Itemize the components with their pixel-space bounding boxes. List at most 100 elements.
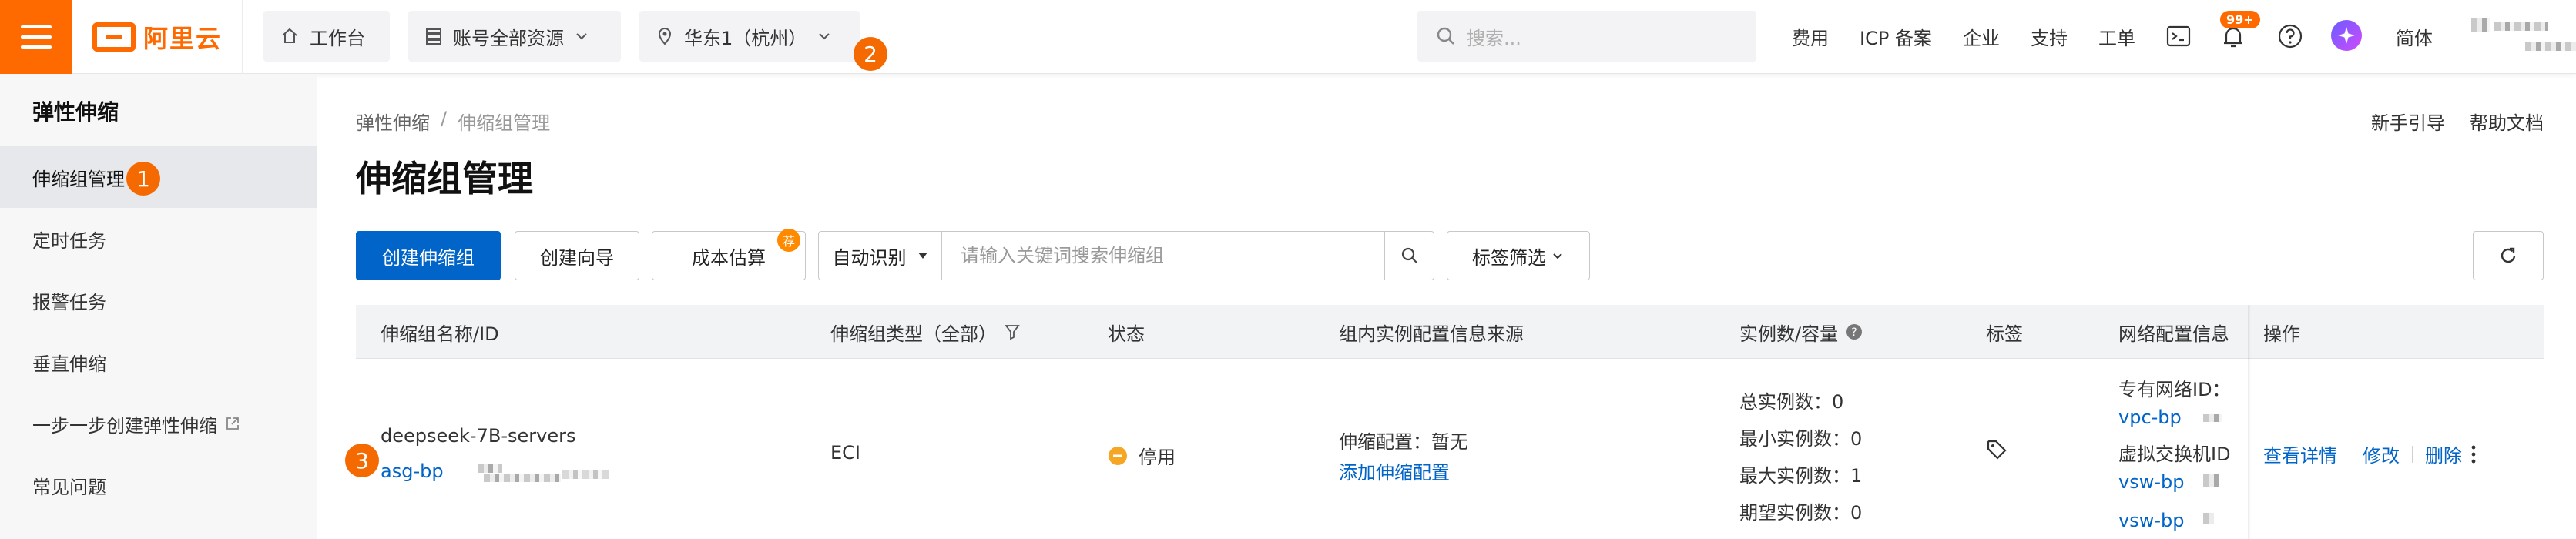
total-instances: 总实例数：0 <box>1739 391 1844 413</box>
min-instances: 最小实例数：0 <box>1739 428 1863 450</box>
home-icon <box>282 28 297 43</box>
cost-estimate-button[interactable]: 成本估算 荐 <box>652 229 806 280</box>
help-docs-link[interactable]: 帮助文档 <box>2470 108 2544 135</box>
group-id-link[interactable]: asg-bp <box>381 460 444 482</box>
nav-support[interactable]: 支持 <box>2031 23 2068 50</box>
language-switch[interactable]: 简体 <box>2396 23 2433 50</box>
notification-badge: 99+ <box>2220 11 2260 28</box>
nav-icp[interactable]: ICP 备案 <box>1860 23 1932 50</box>
vpc-link[interactable]: vpc-bp <box>2118 407 2182 428</box>
refresh-button[interactable] <box>2473 231 2544 280</box>
sidebar-item-label: 定时任务 <box>32 229 106 252</box>
sidebar-item-label: 一步一步创建弹性伸缩 <box>32 414 217 437</box>
tag-filter-label: 标签筛选 <box>1472 246 1546 269</box>
stack-icon <box>426 28 441 45</box>
brand-logo[interactable]: 阿里云 <box>92 18 222 55</box>
sidebar-item-label: 垂直伸缩 <box>32 353 106 375</box>
sidebar-item-label: 常见问题 <box>32 476 106 498</box>
status-badge: 停用 <box>1108 442 1176 469</box>
cost-estimate-label: 成本估算 <box>692 246 766 269</box>
global-search[interactable]: 搜索... <box>1417 11 1756 62</box>
chevron-down-icon <box>819 33 830 40</box>
search-submit-button[interactable] <box>1384 232 1434 280</box>
ai-assistant-icon[interactable] <box>2331 20 2362 51</box>
col-capacity: 实例数/容量 ? <box>1739 305 1863 359</box>
chevron-down-icon <box>576 33 587 40</box>
tag-icon[interactable] <box>1986 439 2007 460</box>
modify-link[interactable]: 修改 <box>2363 440 2400 467</box>
create-scaling-group-button[interactable]: 创建伸缩组 <box>356 231 501 280</box>
breadcrumb-current: 伸缩组管理 <box>458 112 551 134</box>
sidebar-item-faq[interactable]: 常见问题 <box>0 454 317 516</box>
search-icon <box>1401 247 1417 263</box>
row-actions: 查看详情 修改 删除 <box>2263 440 2477 467</box>
sidebar-item-alarm-tasks[interactable]: 报警任务 <box>0 270 317 331</box>
sidebar-item-label: 报警任务 <box>32 291 106 313</box>
vswitch-link-2[interactable]: vsw-bp <box>2118 510 2184 531</box>
more-icon[interactable] <box>2470 444 2477 464</box>
page-title: 伸缩组管理 <box>356 158 533 199</box>
max-instances: 最大实例数：1 <box>1739 465 1863 487</box>
caret-down-icon <box>917 253 927 259</box>
sidebar-item-tutorial[interactable]: 一步一步创建弹性伸缩 <box>0 393 317 454</box>
col-tags: 标签 <box>1986 323 2023 345</box>
sidebar: 弹性伸缩 伸缩组管理 定时任务 报警任务 垂直伸缩 一步一步创建弹性伸缩 常见问… <box>0 74 317 539</box>
beginner-guide-link[interactable]: 新手引导 <box>2371 108 2445 135</box>
delete-link[interactable]: 删除 <box>2425 440 2462 467</box>
breadcrumb: 弹性伸缩 / 伸缩组管理 <box>356 108 550 135</box>
add-config-link[interactable]: 添加伸缩配置 <box>1339 457 1450 484</box>
refresh-icon <box>2501 247 2516 263</box>
filter-icon[interactable] <box>1005 323 1020 340</box>
scaling-group-search-input[interactable] <box>942 232 1384 280</box>
vswitch-label: 虚拟交换机ID <box>2118 444 2231 465</box>
group-name: deepseek-7B-servers <box>381 425 576 447</box>
region-label: 华东1（杭州） <box>684 27 807 49</box>
auto-detect-label: 自动识别 <box>832 246 907 269</box>
create-wizard-button[interactable]: 创建向导 <box>515 231 639 280</box>
marker-1: 1 <box>126 162 160 196</box>
sidebar-item-vertical-scaling[interactable]: 垂直伸缩 <box>0 331 317 393</box>
chevron-down-icon <box>1553 253 1562 259</box>
table-row: deepseek-7B-servers asg-bp ECI 停用 伸缩配置：暂… <box>345 359 2544 539</box>
col-name: 伸缩组名称/ID <box>381 323 499 345</box>
top-bar: 阿里云 工作台 账号全部资源 华东1（杭州） 搜索... 费用 ICP 备案 企… <box>0 0 2576 74</box>
resources-dropdown[interactable]: 账号全部资源 <box>408 11 621 62</box>
recommend-badge: 荐 <box>777 229 800 252</box>
menu-button[interactable] <box>0 0 72 74</box>
breadcrumb-separator: / <box>441 108 448 129</box>
search-icon <box>1437 27 1454 45</box>
desired-instances: 期望实例数：0 <box>1739 502 1863 524</box>
vswitch-link-1[interactable]: vsw-bp <box>2118 471 2184 493</box>
search-combo: 自动识别 <box>818 231 1434 280</box>
view-details-link[interactable]: 查看详情 <box>2263 440 2337 467</box>
fixed-column-shadow <box>2248 305 2251 539</box>
search-placeholder: 搜索... <box>1467 27 1521 49</box>
breadcrumb-root[interactable]: 弹性伸缩 <box>356 108 430 135</box>
status-label: 停用 <box>1139 447 1176 468</box>
col-type[interactable]: 伸缩组类型（全部） <box>830 305 1020 359</box>
workbench-button[interactable]: 工作台 <box>263 11 390 62</box>
table-header: 伸缩组名称/ID 伸缩组类型（全部） 状态 组内实例配置信息来源 实例数/容量 … <box>356 305 2544 359</box>
marker-3: 3 <box>345 444 379 477</box>
col-status: 状态 <box>1108 323 1145 345</box>
help-icon[interactable]: ? <box>1846 323 1863 340</box>
sidebar-item-label: 伸缩组管理 <box>32 168 125 190</box>
tag-filter-button[interactable]: 标签筛选 <box>1447 231 1590 280</box>
auto-detect-select[interactable]: 自动识别 <box>819 232 942 280</box>
user-avatar[interactable] <box>2471 15 2576 59</box>
external-link-icon <box>226 417 239 430</box>
help-icon[interactable] <box>2277 23 2303 49</box>
col-config-source: 组内实例配置信息来源 <box>1339 323 1524 345</box>
hamburger-icon <box>21 25 52 49</box>
terminal-icon[interactable] <box>2166 25 2191 48</box>
nav-billing[interactable]: 费用 <box>1792 23 1829 50</box>
aliyun-logo-icon <box>92 22 136 52</box>
nav-ticket[interactable]: 工单 <box>2098 23 2135 50</box>
sidebar-item-scheduled-tasks[interactable]: 定时任务 <box>0 208 317 270</box>
col-actions: 操作 <box>2263 323 2300 345</box>
location-pin-icon <box>658 28 672 45</box>
marker-2: 2 <box>854 37 887 71</box>
nav-enterprise[interactable]: 企业 <box>1963 23 2000 50</box>
region-dropdown[interactable]: 华东1（杭州） <box>639 11 860 62</box>
group-type: ECI <box>830 442 860 464</box>
